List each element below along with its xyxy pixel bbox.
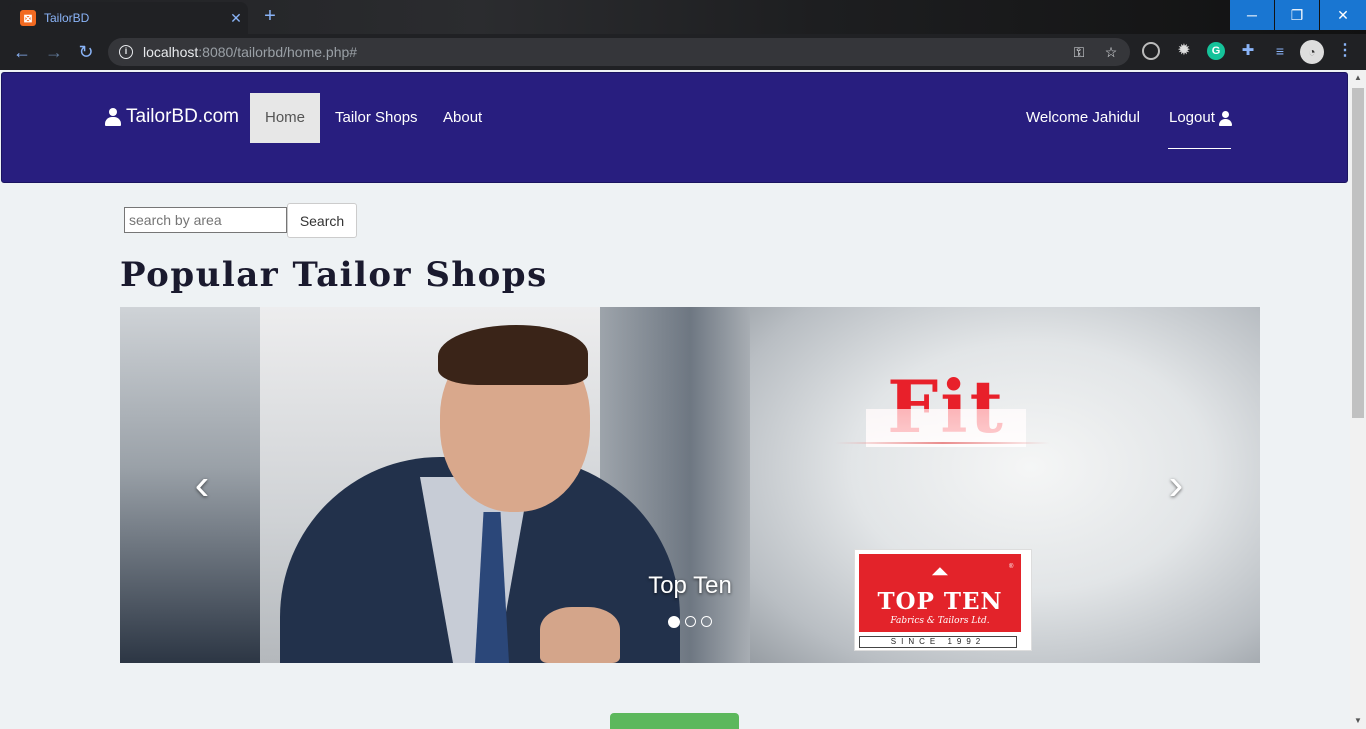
forward-arrow-icon[interactable]: →: [42, 41, 66, 63]
profile-avatar[interactable]: ◔: [1300, 40, 1324, 64]
tab-title: TailorBD: [44, 11, 90, 25]
carousel-prev-chevron-icon[interactable]: ‹: [182, 457, 222, 513]
user-icon: [1218, 110, 1232, 126]
nav-home[interactable]: Home: [250, 93, 321, 143]
bookmark-star-icon[interactable]: ☆: [1102, 43, 1120, 61]
browser-menu-icon[interactable]: ⋮: [1336, 42, 1354, 60]
grammarly-icon[interactable]: G: [1207, 42, 1225, 60]
topten-logo-since: SINCE 1992: [859, 636, 1017, 648]
search-area-input[interactable]: [124, 207, 287, 233]
carousel-indicators: [668, 616, 712, 628]
reload-icon[interactable]: ↻: [74, 41, 98, 63]
search-button[interactable]: Search: [287, 203, 357, 238]
topten-arrow-icon: ⏶: [931, 559, 949, 584]
logout-link[interactable]: Logout: [1154, 93, 1247, 143]
registered-mark: ®: [1009, 564, 1014, 570]
browser-toolbar: ← → ↻ i localhost:8080/tailorbd/home.php…: [0, 34, 1366, 70]
fit-logo: Fit: [866, 367, 1026, 447]
topten-logo-subtitle: Fabrics & Tailors Ltd.: [890, 616, 990, 626]
carousel-indicator-1[interactable]: [668, 616, 680, 628]
carousel-indicator-2[interactable]: [685, 616, 696, 627]
browser-tab[interactable]: ⊠ TailorBD ✕: [8, 2, 248, 34]
extensions-puzzle-icon[interactable]: ✚: [1239, 42, 1257, 60]
scrollbar-thumb[interactable]: [1352, 88, 1364, 418]
green-action-button[interactable]: [610, 713, 739, 729]
page-viewport: TailorBD.com Home Tailor Shops About Wel…: [0, 70, 1350, 729]
site-navbar: TailorBD.com Home Tailor Shops About Wel…: [1, 72, 1348, 183]
carousel-next-chevron-icon[interactable]: ›: [1156, 457, 1196, 513]
restore-button[interactable]: ❐: [1275, 0, 1319, 30]
page-scrollbar[interactable]: ▲ ▼: [1350, 70, 1366, 729]
carousel-indicator-3[interactable]: [701, 616, 712, 627]
url-text[interactable]: localhost:8080/tailorbd/home.php#: [143, 44, 357, 60]
fit-logo-line: [835, 442, 1050, 444]
logout-label: Logout: [1169, 109, 1215, 126]
shop-carousel: Fit ⏶ TOP TEN Fabrics & Tailors Ltd. ® S…: [120, 307, 1260, 663]
logout-underline: [1168, 148, 1231, 149]
xampp-icon: ⊠: [20, 10, 36, 26]
topten-logo-name: TOP TEN: [877, 588, 1003, 615]
brand-link[interactable]: TailorBD.com: [105, 106, 239, 128]
topten-logo: ⏶ TOP TEN Fabrics & Tailors Ltd. ® SINCE…: [854, 549, 1032, 651]
carousel-caption: Top Ten: [648, 572, 732, 599]
close-tab-icon[interactable]: ✕: [224, 10, 248, 27]
address-bar[interactable]: i localhost:8080/tailorbd/home.php# ⚿ ☆: [108, 38, 1130, 66]
globe-extension-icon[interactable]: [1142, 42, 1160, 60]
topten-logo-panel: ⏶ TOP TEN Fabrics & Tailors Ltd. ®: [859, 554, 1021, 632]
gear-extension-icon[interactable]: ✹: [1175, 42, 1193, 60]
new-tab-button[interactable]: +: [258, 6, 282, 28]
scroll-up-arrow-icon[interactable]: ▲: [1350, 70, 1366, 86]
media-control-icon[interactable]: ≡: [1271, 42, 1289, 60]
welcome-user-link[interactable]: Welcome Jahidul: [1011, 93, 1155, 143]
nav-about[interactable]: About: [428, 93, 497, 143]
info-icon[interactable]: i: [119, 45, 133, 59]
user-icon: [105, 108, 121, 126]
model-photo: [438, 325, 588, 385]
minimize-button[interactable]: ─: [1230, 0, 1274, 30]
close-window-button[interactable]: ✕: [1320, 0, 1366, 30]
back-arrow-icon[interactable]: ←: [10, 41, 34, 63]
page-title: Popular Tailor Shops: [120, 255, 548, 295]
key-icon[interactable]: ⚿: [1070, 43, 1088, 61]
model-photo: [540, 607, 620, 663]
scroll-down-arrow-icon[interactable]: ▼: [1350, 713, 1366, 729]
browser-titlebar: ⊠ TailorBD ✕ + ─ ❐ ✕: [0, 0, 1366, 34]
nav-tailor-shops[interactable]: Tailor Shops: [320, 93, 433, 143]
brand-name: TailorBD.com: [126, 106, 239, 127]
